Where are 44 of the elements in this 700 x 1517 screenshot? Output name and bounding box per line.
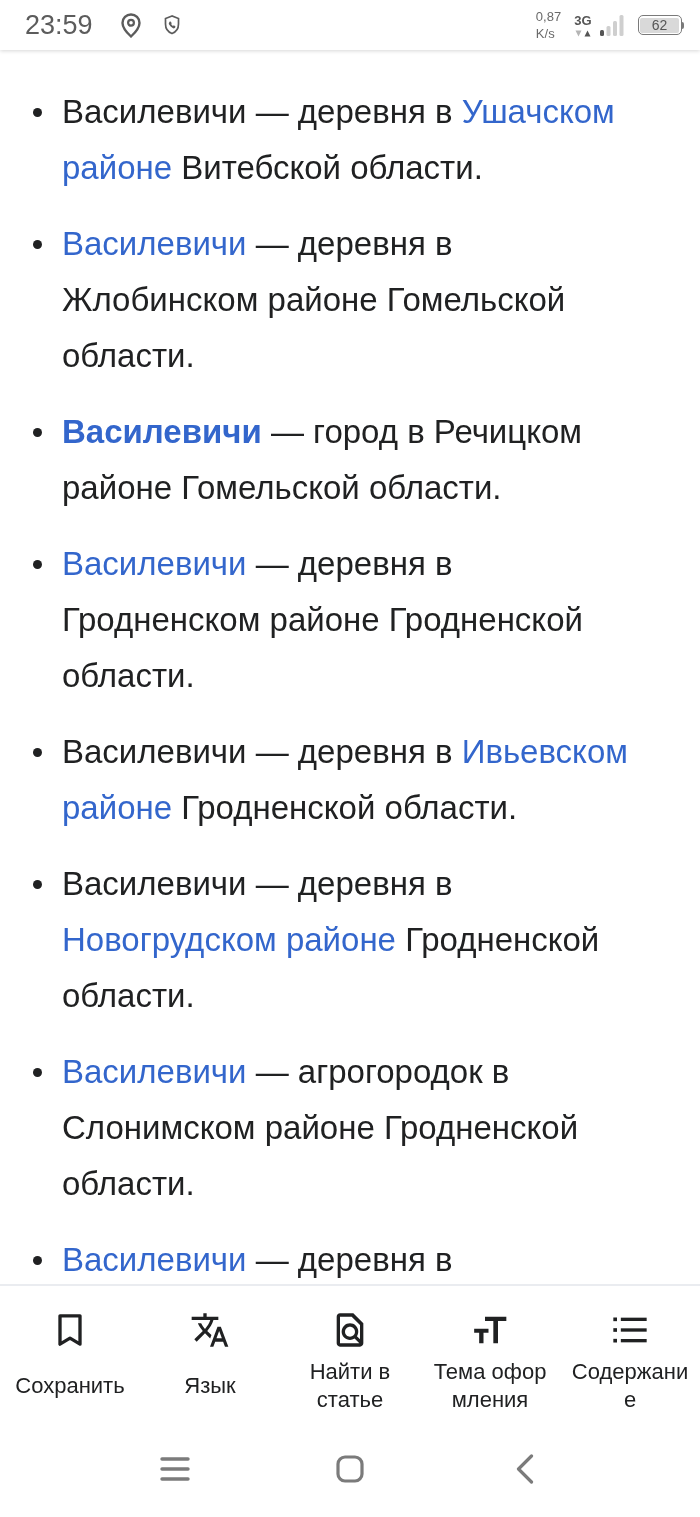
article-link[interactable]: Василевичи: [62, 545, 247, 582]
article-link[interactable]: Василевичи: [62, 1053, 247, 1090]
article-link[interactable]: Василевичи: [62, 1241, 247, 1278]
location-pin-icon: [119, 12, 142, 38]
save-button[interactable]: Сохранить: [0, 1286, 140, 1425]
list-item-text: Василевичи — деревня в Новогрудском районе Гродненской области.: [62, 864, 601, 1016]
home-icon: [336, 1455, 364, 1483]
bullet-icon: [33, 748, 42, 757]
list-item-text: Василевичи — агрогородок в Слонимском районе Гродненской области.: [62, 1052, 580, 1204]
shield-phone-icon: [163, 15, 180, 35]
speed-unit: K/s: [535, 25, 555, 42]
status-time: 23:59: [25, 11, 93, 39]
article-link[interactable]: районе: [285, 921, 396, 958]
battery-percent: 62: [640, 17, 679, 33]
menu-icon: [160, 1456, 190, 1482]
language-button[interactable]: Язык: [140, 1286, 280, 1425]
article-link[interactable]: Ивьевском: [461, 733, 628, 770]
article-link[interactable]: районе: [62, 149, 173, 186]
bullet-icon: [33, 240, 42, 249]
bullet-icon: [33, 108, 42, 117]
find-in-article-button[interactable]: Найти в статье: [280, 1286, 420, 1425]
article-link[interactable]: районе: [62, 789, 173, 826]
signal-icon: [599, 14, 624, 36]
article-link[interactable]: Василевичи: [62, 225, 247, 262]
list-item-text: Василевичи — деревня в Жлобинском районе Гомельской области.: [62, 224, 567, 376]
translate-icon: [190, 1310, 230, 1350]
list-item-text: Василевичи — деревня в Гродненском районе Гродненской области.: [62, 544, 584, 696]
bullet-icon: [33, 560, 42, 569]
bullet-icon: [33, 428, 42, 437]
theme-button[interactable]: Тема оформления: [420, 1286, 560, 1425]
article-link[interactable]: Новогрудском: [62, 921, 277, 958]
contents-button[interactable]: Содержание: [560, 1286, 700, 1425]
network-speed: 0,87: [535, 8, 562, 25]
list-item-text: Василевичи — деревня в: [62, 1240, 453, 1280]
back-icon: [516, 1454, 534, 1484]
list-item-text: Василевичи — деревня в Ивьевском районе Гродненской области.: [62, 732, 629, 828]
list-item-text: Василевичи — деревня в Ушачском районе Витебской области.: [62, 92, 616, 188]
data-arrows-icon: [574, 29, 591, 37]
article-link[interactable]: Ушачском: [461, 93, 615, 130]
list-item-text: Василевичи — город в Речицком районе Гомельской области.: [62, 412, 584, 508]
bullet-icon: [33, 1256, 42, 1265]
network-type: 3G: [574, 13, 592, 28]
bullet-icon: [33, 880, 42, 889]
bullet-icon: [33, 1068, 42, 1077]
